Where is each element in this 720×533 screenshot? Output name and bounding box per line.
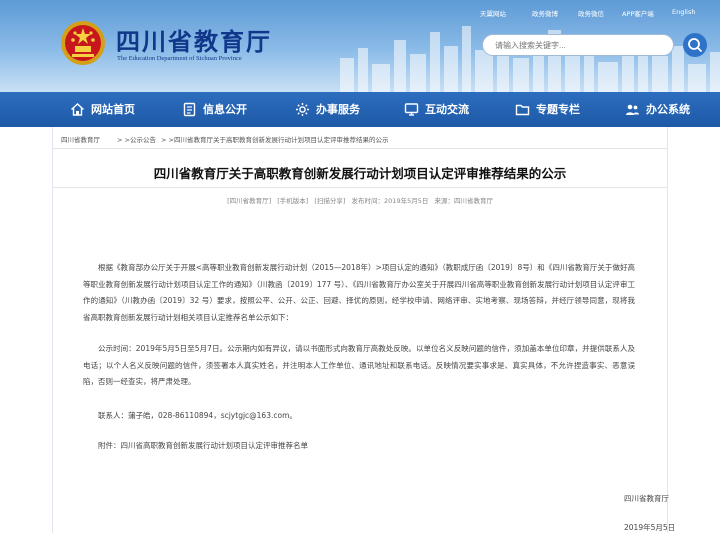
top-links-bar: 天翼网站 政务微博 政务微信 APP客户端 English (0, 8, 720, 20)
top-link-english[interactable]: English (672, 8, 695, 16)
site-header: 天翼网站 政务微博 政务微信 APP客户端 English 四川省教育厅 The… (0, 0, 720, 92)
nav-label-office: 办公系统 (646, 103, 690, 116)
top-link-app[interactable]: APP客户端 (622, 8, 654, 18)
attachment-link[interactable]: 附件：四川省高职教育创新发展行动计划项目认定评审推荐名单 (98, 440, 308, 451)
nav-label-topics: 专题专栏 (536, 103, 580, 116)
monitor-icon (404, 103, 419, 116)
folder-icon (515, 104, 530, 116)
breadcrumb-notices-link[interactable]: > >公示公告 (117, 131, 156, 149)
office-icon (626, 104, 639, 115)
article-panel: 四川省教育厅 > >公示公告 > >四川省教育厅关于高职教育创新发展行动计划项目… (52, 127, 675, 533)
meta-share-link[interactable]: [扫描分享] (314, 197, 345, 205)
signature-org: 四川省教育厅 (624, 494, 669, 503)
national-emblem-icon (61, 21, 105, 65)
service-icon (296, 103, 309, 116)
article-paragraph: 公示时间：2019年5月5日至5月7日。公示期内如有异议，请以书面形式向教育厅高… (83, 344, 635, 386)
search-button[interactable] (683, 33, 707, 57)
breadcrumb: 四川省教育厅 > >公示公告 > >四川省教育厅关于高职教育创新发展行动计划项目… (53, 131, 667, 149)
contact-line: 联系人：蒲子皓，028-86110894，scjytgjc@163.com。 (98, 411, 297, 420)
main-nav: 网站首页 信息公开 办事服务 互动交流 专题专栏 办公系统 (0, 92, 720, 127)
nav-label-info: 信息公开 (203, 103, 247, 116)
document-icon (183, 102, 196, 117)
article-title: 四川省教育厅关于高职教育创新发展行动计划项目认定评审推荐结果的公示 (153, 166, 567, 181)
breadcrumb-current[interactable]: > >四川省教育厅关于高职教育创新发展行动计划项目认定评审推荐结果的公示 (161, 131, 388, 149)
search-input[interactable] (482, 34, 674, 56)
article-paragraph: 根据《教育部办公厅关于开展<高等职业教育创新发展行动计划（2015—2018年）… (83, 263, 635, 322)
search-icon (688, 38, 702, 52)
breadcrumb-home-link[interactable]: 四川省教育厅 (61, 131, 100, 149)
top-link-weibo[interactable]: 政务微博 (532, 8, 558, 18)
nav-label-interact: 互动交流 (425, 103, 469, 116)
home-icon (71, 103, 84, 116)
meta-publish-date: 发布时间：2019年5月5日 (351, 197, 429, 205)
top-link-wechat[interactable]: 政务微信 (578, 8, 604, 18)
top-link-tianyi[interactable]: 天翼网站 (480, 8, 506, 18)
article-meta: [四川省教育厅] [手机版本] [扫描分享] 发布时间：2019年5月5日 来源… (53, 195, 667, 205)
title-divider (53, 187, 667, 188)
meta-mobile-link[interactable]: [手机版本] (277, 197, 308, 205)
signature-date: 2019年5月5日 (624, 523, 676, 532)
site-logo-title: 四川省教育厅 (116, 28, 272, 56)
meta-source-link[interactable]: [四川省教育厅] (227, 197, 271, 205)
site-logo-subtitle: The Education Department of Sichuan Prov… (117, 55, 242, 62)
nav-label-home: 网站首页 (91, 103, 135, 116)
meta-source: 来源：四川省教育厅 (434, 197, 493, 205)
nav-label-service: 办事服务 (316, 103, 360, 116)
